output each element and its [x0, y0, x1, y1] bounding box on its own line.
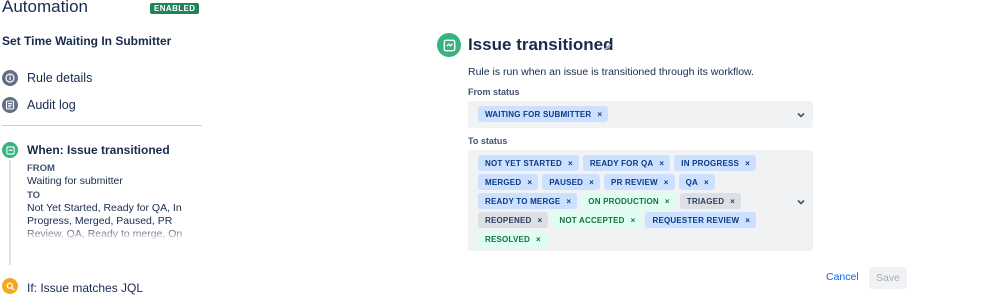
- search-icon: [2, 278, 18, 294]
- status-tag: IN PROGRESS ×: [674, 155, 756, 171]
- remove-tag-icon[interactable]: ×: [665, 197, 670, 206]
- info-icon: [2, 70, 18, 86]
- trigger-summary[interactable]: FROM Waiting for submitter TO Not Yet St…: [27, 161, 205, 241]
- trigger-icon: [437, 33, 461, 57]
- save-button[interactable]: Save: [869, 267, 907, 289]
- sidebar-item-label: Audit log: [27, 98, 76, 112]
- remove-tag-icon[interactable]: ×: [745, 216, 750, 225]
- remove-tag-icon[interactable]: ×: [527, 178, 532, 187]
- remove-tag-icon[interactable]: ×: [704, 178, 709, 187]
- to-status-tags: NOT YET STARTED × READY FOR QA × IN PROGRESS…: [478, 155, 778, 247]
- sidebar-item-audit-log[interactable]: Audit log: [2, 97, 76, 113]
- status-tag: REQUESTER REVIEW ×: [645, 212, 757, 228]
- text-fade: [27, 227, 205, 241]
- from-status-label: From status: [468, 87, 520, 97]
- status-tag: PR REVIEW ×: [604, 174, 675, 190]
- trigger-title[interactable]: When: Issue transitioned: [27, 143, 170, 157]
- document-icon: [2, 97, 18, 113]
- to-status-select[interactable]: NOT YET STARTED × READY FOR QA × IN PROGRESS…: [468, 150, 813, 251]
- status-tag-label: QA: [685, 177, 699, 187]
- remove-tag-icon[interactable]: ×: [589, 178, 594, 187]
- status-tag: QA ×: [678, 174, 715, 190]
- status-tag-label: IN PROGRESS: [681, 158, 740, 168]
- status-tag: TRIAGED ×: [679, 193, 742, 209]
- from-status-tags: WAITING FOR SUBMITTER ×: [478, 106, 778, 122]
- status-tag-label: REQUESTER REVIEW: [652, 215, 740, 225]
- status-tag-label: NOT YET STARTED: [485, 158, 562, 168]
- status-tag: READY TO MERGE ×: [478, 193, 578, 209]
- remove-tag-icon[interactable]: ×: [730, 197, 735, 206]
- sidebar: Automation ENABLED Set Time Waiting In S…: [0, 0, 205, 300]
- status-tag: RESOLVED ×: [478, 231, 547, 247]
- chevron-down-icon[interactable]: [795, 108, 807, 126]
- sidebar-item-rule-details[interactable]: Rule details: [2, 70, 92, 86]
- to-status-label: To status: [468, 136, 508, 146]
- cancel-button[interactable]: Cancel: [822, 269, 863, 285]
- trigger-to-caption: TO: [27, 190, 41, 201]
- trigger-from-value: Waiting for submitter: [27, 175, 123, 187]
- app-title: Automation: [2, 0, 88, 16]
- status-tag-label: PAUSED: [549, 177, 584, 187]
- status-tag-label: WAITING FOR SUBMITTER: [485, 109, 592, 119]
- status-tag-label: READY FOR QA: [589, 158, 654, 168]
- status-tag: MERGED ×: [478, 174, 539, 190]
- trigger-icon: [2, 142, 18, 158]
- status-tag-label: NOT ACCEPTED: [559, 215, 625, 225]
- chevron-down-icon[interactable]: [795, 195, 807, 213]
- status-tag: READY FOR QA ×: [582, 155, 671, 171]
- remove-tag-icon[interactable]: ×: [664, 178, 669, 187]
- remove-tag-icon[interactable]: ×: [536, 235, 541, 244]
- trigger-description: Rule is run when an issue is transitione…: [468, 66, 754, 78]
- remove-tag-icon[interactable]: ×: [745, 159, 750, 168]
- sidebar-item-label: Rule details: [27, 71, 93, 85]
- status-tag-label: ON PRODUCTION: [588, 196, 659, 206]
- status-tag-label: MERGED: [485, 177, 522, 187]
- rule-name: Set Time Waiting In Submitter: [2, 34, 172, 48]
- status-tag: REOPENED ×: [478, 212, 549, 228]
- page-title: Issue transitioned: [468, 35, 614, 54]
- from-status-select[interactable]: WAITING FOR SUBMITTER ×: [468, 101, 813, 128]
- remove-tag-icon[interactable]: ×: [568, 159, 573, 168]
- status-tag: PAUSED ×: [542, 174, 601, 190]
- status-tag: NOT YET STARTED ×: [478, 155, 579, 171]
- status-tag: WAITING FOR SUBMITTER ×: [478, 106, 609, 122]
- status-tag-label: READY TO MERGE: [485, 196, 561, 206]
- remove-tag-icon[interactable]: ×: [538, 216, 543, 225]
- status-tag: ON PRODUCTION ×: [581, 193, 676, 209]
- condition-title[interactable]: If: Issue matches JQL: [27, 281, 143, 295]
- status-tag-label: RESOLVED: [485, 234, 531, 244]
- status-badge: ENABLED: [150, 3, 200, 14]
- remove-tag-icon[interactable]: ×: [631, 216, 636, 225]
- trigger-from-caption: FROM: [27, 163, 55, 174]
- remove-tag-icon[interactable]: ×: [659, 159, 664, 168]
- divider: [2, 125, 202, 126]
- status-tag-label: REOPENED: [485, 215, 532, 225]
- remove-tag-icon[interactable]: ×: [566, 197, 571, 206]
- remove-tag-icon[interactable]: ×: [597, 110, 602, 119]
- flow-connector: [9, 160, 11, 265]
- status-tag-label: TRIAGED: [686, 196, 725, 206]
- pencil-icon[interactable]: [603, 39, 613, 57]
- status-tag-label: PR REVIEW: [611, 177, 658, 187]
- status-tag: NOT ACCEPTED ×: [552, 212, 642, 228]
